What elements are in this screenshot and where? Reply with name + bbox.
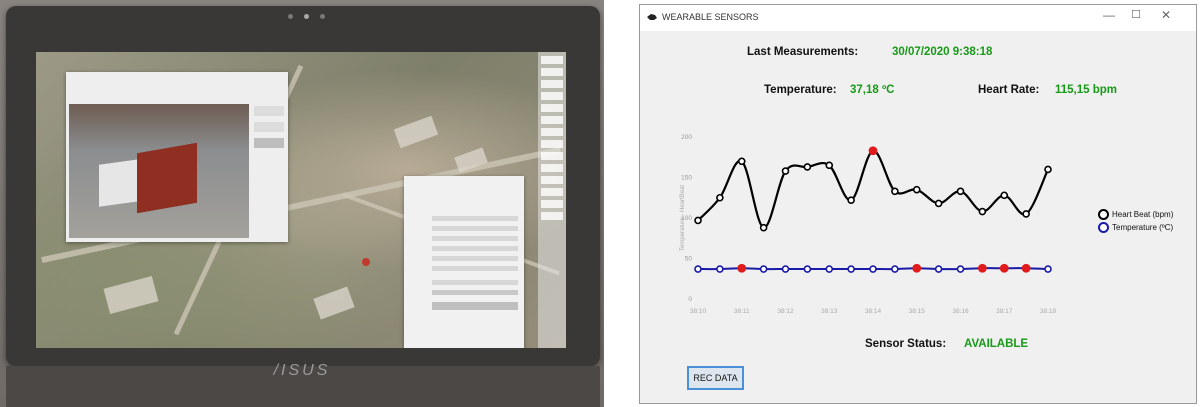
rec-data-button[interactable]: REC DATA [687,366,744,390]
heartbeat-point [847,196,855,204]
close-button[interactable]: ✕ [1156,8,1176,26]
temperature-point [1021,263,1031,273]
temperature-point [891,265,899,273]
heart-rate-label: Heart Rate: [978,84,1040,96]
x-tick-label: 38:12 [777,308,794,315]
vehicle-info-window [404,176,524,348]
video-window [66,72,288,242]
temperature-point [737,263,747,273]
y-tick-label: 50 [685,256,693,263]
temperature-value: 37,18 ºC [850,84,895,96]
app-icon [647,14,657,20]
heartbeat-point [1000,191,1009,200]
temperature-point [694,265,702,273]
temperature-point [977,263,987,273]
heartbeat-point [781,167,790,175]
x-tick-label: 38:13 [821,308,838,315]
x-tick-label: 38:16 [952,308,969,315]
last-measurements-value: 30/07/2020 9:38:18 [892,46,993,58]
temperature-point [934,265,943,273]
heartbeat-point [891,187,899,196]
legend-marker [1098,222,1109,233]
temperature-point [847,265,855,273]
temperature-point [781,265,790,273]
heartbeat-point [1044,165,1052,174]
maximize-button[interactable]: ☐ [1126,8,1146,26]
truck-video-frame [69,104,249,238]
temperature-point [999,263,1009,273]
legend-label: Temperature (ºC) [1112,223,1174,232]
heartbeat-point [956,187,965,196]
heart-rate-value: 115,15 bpm [1055,84,1118,96]
heartbeat-point [825,161,834,170]
y-tick-label: 100 [681,215,692,222]
laptop-photo: /ISUS [0,0,604,407]
sensor-status-label: Sensor Status: [865,338,947,350]
heartbeat-point [934,199,943,208]
legend-label: Heart Beat (bpm) [1112,210,1174,219]
sensor-status-value: AVAILABLE [964,338,1029,350]
heartbeat-point [1022,210,1030,218]
temperature-point [759,265,768,273]
heartbeat-point [759,223,768,232]
x-tick-label: 38:10 [690,308,707,315]
legend-item: Heart Beat (bpm) [1098,208,1173,221]
temperature-point [956,265,965,273]
temperature-label: Temperature: [764,84,837,96]
temperature-point [716,265,724,273]
y-tick-label: 200 [681,134,692,141]
heartbeat-point [868,146,878,156]
laptop-brand-logo: /ISUS [273,362,331,379]
title-bar[interactable]: WEARABLE SENSORS — ☐ ✕ [640,5,1196,31]
x-tick-label: 38:14 [865,308,882,315]
legend-item: Temperature (ºC) [1098,221,1173,234]
heartbeat-point [912,185,921,194]
heartbeat-series-line [697,149,1049,229]
map-side-panel [538,52,566,348]
x-tick-label: 38:18 [1040,308,1057,315]
y-tick-label: 150 [681,175,692,182]
minimize-button[interactable]: — [1099,8,1119,26]
temperature-point [869,265,877,273]
x-tick-label: 38:11 [734,308,750,315]
sensor-line-chart: Temperature - HeartBeat05010015020038:10… [680,134,1057,315]
temperature-point [825,265,834,273]
heartbeat-point [737,157,746,166]
chart-legend: Heart Beat (bpm) Temperature (ºC) [1098,208,1173,234]
x-tick-label: 38:17 [996,308,1013,315]
laptop-screen-map [36,52,566,348]
last-measurements-label: Last Measurements: [747,46,859,58]
heartbeat-point [694,216,702,225]
x-tick-label: 38:15 [909,308,926,315]
temperature-point [912,263,922,273]
y-tick-label: 0 [688,296,692,303]
heartbeat-point [716,193,724,202]
heartbeat-point [803,163,812,171]
wearable-sensors-window: WEARABLE SENSORS — ☐ ✕ Last Measurements… [639,4,1197,404]
temperature-point [1044,265,1052,273]
map-marker-icon [362,258,370,266]
heartbeat-point [978,207,987,216]
legend-marker [1098,209,1109,220]
webcam [288,14,328,20]
temperature-point [803,265,812,273]
window-title: WEARABLE SENSORS [662,12,759,22]
